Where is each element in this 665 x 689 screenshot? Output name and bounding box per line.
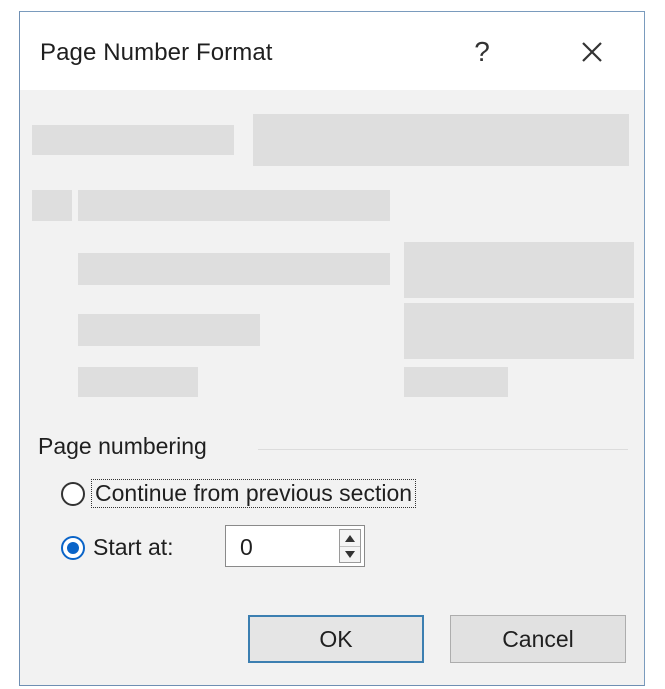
continue-from-previous-option[interactable]: Continue from previous section xyxy=(61,479,417,508)
title-bar: Page Number Format ? xyxy=(20,12,644,90)
caret-up-icon xyxy=(345,534,355,542)
obscured-block xyxy=(78,314,260,346)
close-icon xyxy=(582,42,602,62)
obscured-block xyxy=(78,190,390,221)
continue-label: Continue from previous section xyxy=(91,479,417,508)
caret-down-icon xyxy=(345,550,355,558)
cancel-button[interactable]: Cancel xyxy=(450,615,626,663)
close-button[interactable] xyxy=(572,32,612,72)
dialog-title: Page Number Format xyxy=(40,39,273,66)
start-at-option[interactable]: Start at: xyxy=(61,534,174,561)
spinner-buttons xyxy=(339,529,361,563)
obscured-block xyxy=(404,303,634,359)
obscured-block xyxy=(404,242,634,298)
obscured-block xyxy=(404,367,508,397)
page-number-format-dialog: Page Number Format ? Page numbering Cont… xyxy=(19,11,645,686)
start-at-label: Start at: xyxy=(93,534,174,560)
ok-button[interactable]: OK xyxy=(248,615,424,663)
obscured-block xyxy=(78,367,198,397)
group-divider xyxy=(258,449,628,450)
start-at-spinner[interactable]: 0 xyxy=(225,525,365,567)
start-at-radio[interactable] xyxy=(61,535,85,560)
continue-radio[interactable] xyxy=(61,481,85,506)
dialog-body xyxy=(20,90,644,685)
spin-down-button[interactable] xyxy=(340,546,360,562)
obscured-block xyxy=(253,114,629,166)
page-numbering-group-label: Page numbering xyxy=(38,433,207,459)
obscured-block xyxy=(78,253,390,285)
help-button[interactable]: ? xyxy=(462,32,502,72)
obscured-block xyxy=(32,190,72,221)
spin-up-button[interactable] xyxy=(340,530,360,547)
obscured-block xyxy=(32,125,234,155)
start-at-value[interactable]: 0 xyxy=(240,534,253,561)
